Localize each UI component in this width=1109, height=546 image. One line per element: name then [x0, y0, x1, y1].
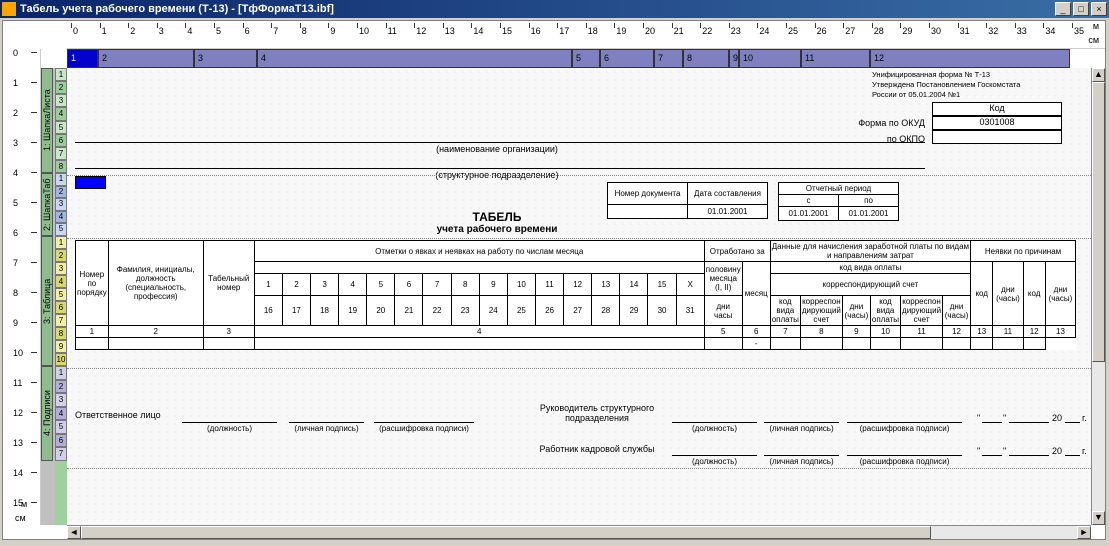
ruler-horizontal: м см 01234567891011121314151617181920212…: [67, 21, 1105, 49]
vertical-scrollbar[interactable]: ▲ ▼: [1091, 68, 1105, 525]
design-workspace: м см 01234567891011121314151617181920212…: [2, 20, 1106, 540]
maximize-button[interactable]: □: [1073, 2, 1089, 16]
doc-header-table: Номер документаДата составления 01.01.20…: [607, 182, 768, 219]
section-tab-3[interactable]: 3: Таблица: [41, 236, 53, 366]
window-title: Табель учета рабочего времени (Т-13) - […: [20, 3, 334, 15]
responsible-label: Ответственное лицо: [75, 410, 161, 420]
scroll-up-button[interactable]: ▲: [1092, 68, 1105, 82]
section-tab-2[interactable]: 2: ШапкаТаб: [41, 173, 53, 236]
col-header-6[interactable]: 6: [600, 49, 654, 68]
column-header-bar[interactable]: 1 2 3 4 5 6 7 8 9 10 11 12: [67, 49, 1091, 68]
scroll-right-button[interactable]: ►: [1077, 526, 1091, 539]
hr-label: Работник кадровой службы: [527, 444, 667, 454]
ruler-h-unit-cm: см: [1088, 35, 1099, 45]
col-header-8[interactable]: 8: [683, 49, 729, 68]
col-header-11[interactable]: 11: [801, 49, 870, 68]
main-table: Номер по порядку Фамилия, инициалы, долж…: [75, 240, 1076, 350]
ruler-h-unit: м: [1093, 21, 1099, 31]
scroll-h-thumb[interactable]: [81, 526, 931, 539]
horizontal-scrollbar[interactable]: ◄ ►: [67, 525, 1091, 539]
okud-val: 0301008: [932, 116, 1062, 130]
code-hdr: Код: [932, 102, 1062, 116]
close-button[interactable]: ×: [1091, 2, 1107, 16]
minimize-button[interactable]: _: [1055, 2, 1071, 16]
org-name-label: (наименование организации): [367, 144, 627, 154]
app-icon: [2, 2, 16, 16]
col-header-12[interactable]: 12: [870, 49, 1070, 68]
col-header-3[interactable]: 3: [194, 49, 257, 68]
approved-line-3: России от 05.01.2004 №1: [872, 90, 1072, 99]
struct-head-label: Руководитель структурного подразделения: [527, 403, 667, 423]
section-bar: 1: ШапкаЛиста 2: ШапкаТаб 3: Таблица 4: …: [41, 68, 55, 525]
period-table: Отчетный период спо 01.01.200101.01.2001: [778, 182, 899, 221]
okud-lbl: Форма по ОКУД: [837, 118, 927, 128]
design-surface[interactable]: Унифицированная форма № Т-13 Утверждена …: [67, 68, 1091, 525]
col-header-10[interactable]: 10: [739, 49, 801, 68]
selected-cell[interactable]: [75, 176, 106, 189]
scroll-v-thumb[interactable]: [1092, 82, 1105, 362]
section-tab-4[interactable]: 4: Подписи: [41, 366, 53, 461]
report-title: ТАБЕЛЬ: [367, 210, 627, 224]
section-tab-1[interactable]: 1: ШапкаЛиста: [41, 68, 53, 173]
col-header-2[interactable]: 2: [98, 49, 194, 68]
approved-line-1: Унифицированная форма № Т-13: [872, 70, 1072, 79]
ruler-vertical: м см 0123456789101112131415: [3, 49, 41, 525]
scroll-left-button[interactable]: ◄: [67, 526, 81, 539]
scroll-down-button[interactable]: ▼: [1092, 511, 1105, 525]
col-header-5[interactable]: 5: [572, 49, 600, 68]
col-header-4[interactable]: 4: [257, 49, 572, 68]
rownum-bar: 1234567812345123456789101234567: [55, 68, 67, 525]
col-header-7[interactable]: 7: [654, 49, 683, 68]
report-subtitle: учета рабочего времени: [367, 224, 627, 235]
col-header-9[interactable]: 9: [729, 49, 739, 68]
okpo-val: [932, 130, 1062, 144]
window-titlebar: Табель учета рабочего времени (Т-13) - […: [0, 0, 1109, 18]
col-header-1[interactable]: 1: [67, 49, 98, 68]
approved-line-2: Утверждена Постановлением Госкомстата: [872, 80, 1072, 89]
